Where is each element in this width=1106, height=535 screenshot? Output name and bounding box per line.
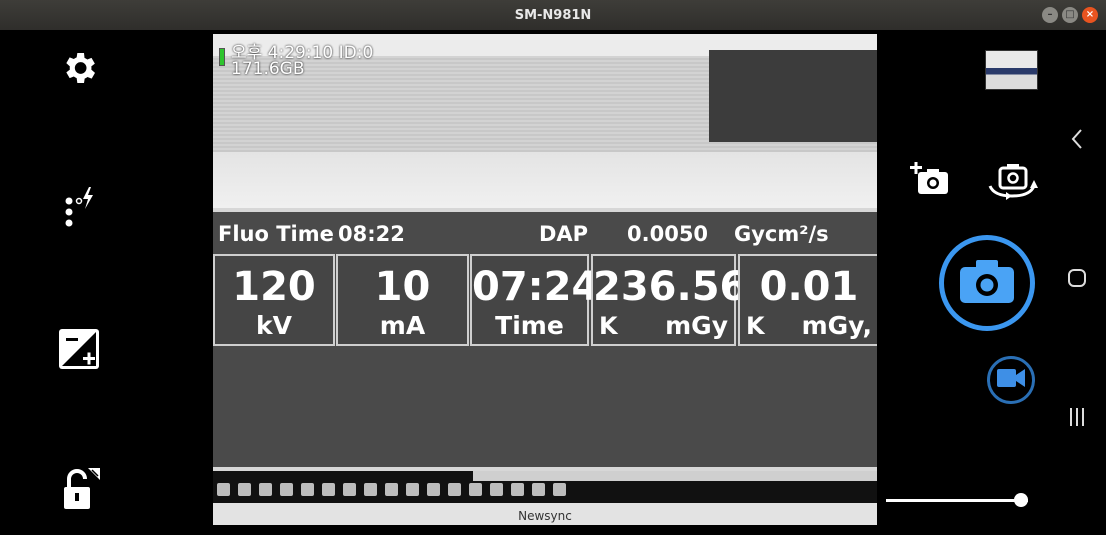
dap-label: DAP [539,222,589,246]
monitor-bezel: Newsync [213,503,877,525]
time-unit: Time [495,311,564,340]
window-title: SM-N981N [514,7,592,23]
gallery-thumbnail[interactable] [985,50,1038,90]
camera-app: Fluo Time 08:22 DAP 0.0050 Gycm²/s 120 k… [0,30,1106,535]
home-icon [1067,268,1087,292]
switch-camera-icon [984,162,1040,206]
minimize-button[interactable]: – [1042,7,1058,23]
dose-k-unit-left: K [599,312,618,340]
fluo-time-label: Fluo Time [218,222,334,246]
dose-rate-unit-left: K [746,312,765,340]
ma-unit: mA [379,311,426,340]
dose-cells: 120 kV 10 mA 07:24 Time 236.56 K mGy 0.0… [213,254,877,346]
maximize-button[interactable]: □ [1062,7,1078,23]
time-cell: 07:24 Time [470,254,600,346]
add-photo-button[interactable] [910,162,952,202]
camera-icon [958,257,1016,309]
background-light-band [213,152,877,208]
dose-info-row: Fluo Time 08:22 DAP 0.0050 Gycm²/s [213,212,877,250]
flash-button[interactable] [56,186,102,232]
kv-cell: 120 kV [213,254,335,346]
unlock-icon [56,465,102,515]
dose-k-cell: 236.56 K mGy [591,254,748,346]
overlay-storage: 171.6GB [231,59,305,79]
kv-unit: kV [256,311,292,340]
background-scrollbar [473,471,877,481]
gear-icon [59,48,99,92]
dap-unit: Gycm²/s [734,222,829,246]
background-taskbar [213,471,877,503]
recents-icon [1067,407,1087,431]
switch-camera-button[interactable] [984,164,1040,204]
monitor-brand: Newsync [518,509,572,523]
ma-cell: 10 mA [336,254,469,346]
zoom-slider-handle[interactable] [1013,493,1028,507]
background-dark-panel [709,50,877,142]
add-photo-icon [910,162,952,202]
nav-back-button[interactable] [1060,126,1094,156]
camera-viewfinder[interactable]: Fluo Time 08:22 DAP 0.0050 Gycm²/s 120 k… [213,34,877,525]
dose-rate-cell: 0.01 K mGy, [738,254,877,346]
video-record-button[interactable] [987,356,1035,404]
dap-value: 0.0050 [627,222,709,246]
dose-k-unit-right: mGy [665,311,728,340]
zoom-slider-track[interactable] [886,499,1028,502]
dose-rate-unit-right: mGy, [801,311,872,340]
dose-k-value: 236.56 [593,264,748,310]
exposure-button[interactable] [56,328,102,374]
shutter-button[interactable] [939,235,1035,331]
exposure-icon [58,328,100,374]
fluo-time-value: 08:22 [338,222,405,246]
settings-button[interactable] [56,47,102,93]
time-value: 07:24 [472,264,600,310]
flash-dots-icon [59,185,99,233]
window-controls: – □ × [1042,7,1098,23]
fluoroscopy-monitor: Fluo Time 08:22 DAP 0.0050 Gycm²/s 120 k… [213,212,877,467]
video-icon [996,367,1026,393]
nav-home-button[interactable] [1060,265,1094,295]
ma-value: 10 [374,264,431,310]
battery-icon [219,48,225,66]
kv-value: 120 [232,264,316,310]
chevron-left-icon [1070,128,1084,154]
background-taskbar-icons [217,483,566,496]
nav-recents-button[interactable] [1060,404,1094,434]
lock-button[interactable] [56,467,102,513]
window-titlebar: SM-N981N – □ × [0,0,1106,30]
dose-rate-value: 0.01 [759,264,859,310]
close-button[interactable]: × [1082,7,1098,23]
